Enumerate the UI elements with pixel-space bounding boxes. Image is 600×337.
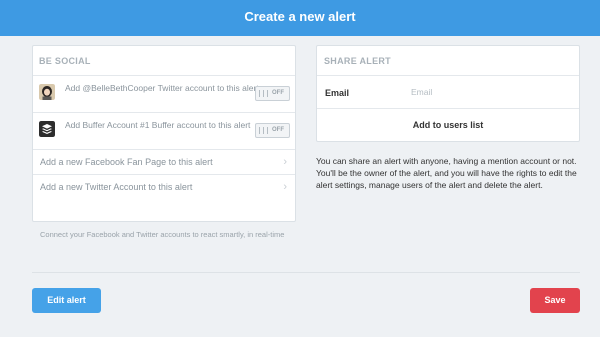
page-title: Create a new alert bbox=[244, 9, 356, 24]
toggle-state: OFF bbox=[272, 90, 284, 96]
chevron-right-icon: › bbox=[283, 156, 287, 168]
toggle-grip-icon bbox=[259, 127, 268, 134]
buffer-logo-icon bbox=[39, 121, 55, 137]
email-label: Email bbox=[325, 88, 350, 98]
email-input[interactable] bbox=[411, 84, 571, 100]
add-facebook-page-link[interactable]: Add a new Facebook Fan Page to this aler… bbox=[33, 150, 295, 175]
add-link-label: Add a new Twitter Account to this alert bbox=[40, 182, 193, 192]
add-to-users-list-button[interactable]: Add to users list bbox=[317, 109, 579, 142]
add-users-row: Add to users list bbox=[317, 109, 579, 142]
add-twitter-account-link[interactable]: Add a new Twitter Account to this alert … bbox=[33, 175, 295, 200]
edit-alert-button[interactable]: Edit alert bbox=[32, 288, 101, 313]
share-description: You can share an alert with anyone, havi… bbox=[316, 156, 577, 190]
account-toggle[interactable]: OFF bbox=[255, 123, 290, 138]
footer-divider bbox=[32, 272, 580, 273]
toggle-state: OFF bbox=[272, 127, 284, 133]
account-label: Add Buffer Account #1 Buffer account to … bbox=[65, 120, 251, 130]
account-label: Add @BelleBethCooper Twitter account to … bbox=[65, 83, 259, 93]
account-toggle[interactable]: OFF bbox=[255, 86, 290, 101]
save-button[interactable]: Save bbox=[530, 288, 580, 313]
be-social-title: BE SOCIAL bbox=[33, 46, 295, 76]
social-hint: Connect your Facebook and Twitter accoun… bbox=[40, 230, 285, 239]
be-social-panel: BE SOCIAL Add @BelleBethCooper Twitter a… bbox=[32, 45, 296, 222]
email-row: Email bbox=[317, 76, 579, 109]
share-alert-panel: SHARE ALERT Email Add to users list bbox=[316, 45, 580, 142]
add-link-label: Add a new Facebook Fan Page to this aler… bbox=[40, 157, 213, 167]
account-row-twitter: Add @BelleBethCooper Twitter account to … bbox=[33, 76, 295, 113]
account-row-buffer: Add Buffer Account #1 Buffer account to … bbox=[33, 113, 295, 150]
user-avatar-icon bbox=[39, 84, 55, 100]
page-header: Create a new alert bbox=[0, 0, 600, 36]
chevron-right-icon: › bbox=[283, 181, 287, 193]
toggle-grip-icon bbox=[259, 90, 268, 97]
share-alert-title: SHARE ALERT bbox=[317, 46, 579, 76]
